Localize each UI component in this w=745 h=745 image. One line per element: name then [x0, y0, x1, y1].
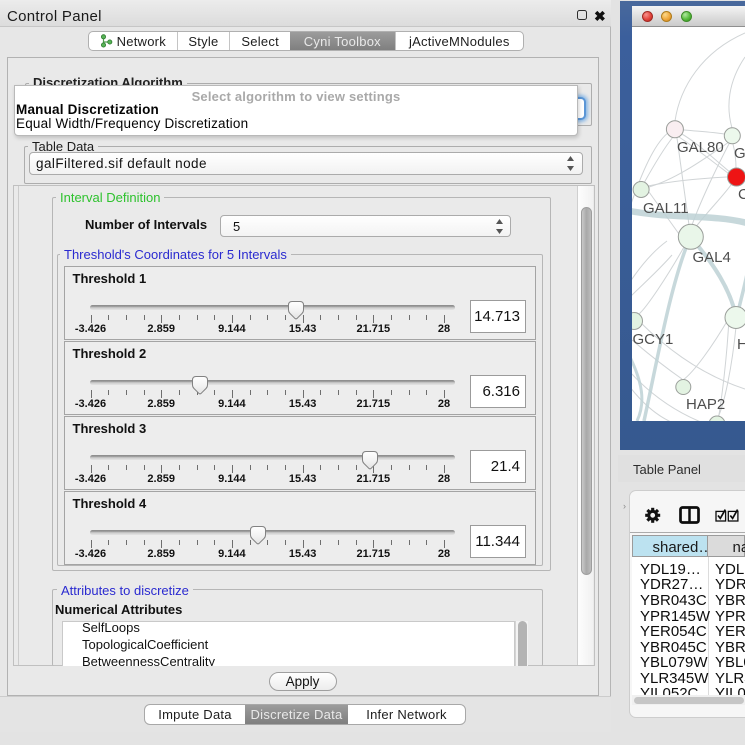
svg-text:GA: GA	[734, 145, 745, 162]
svg-text:GAL4: GAL4	[693, 249, 731, 266]
svg-text:GAL80: GAL80	[677, 139, 724, 156]
svg-text:H: H	[737, 336, 745, 353]
svg-text:HAP2: HAP2	[686, 396, 725, 413]
svg-text:GAL11: GAL11	[643, 200, 689, 217]
svg-text:GCY1: GCY1	[633, 331, 674, 348]
svg-text:CY: CY	[738, 186, 745, 203]
